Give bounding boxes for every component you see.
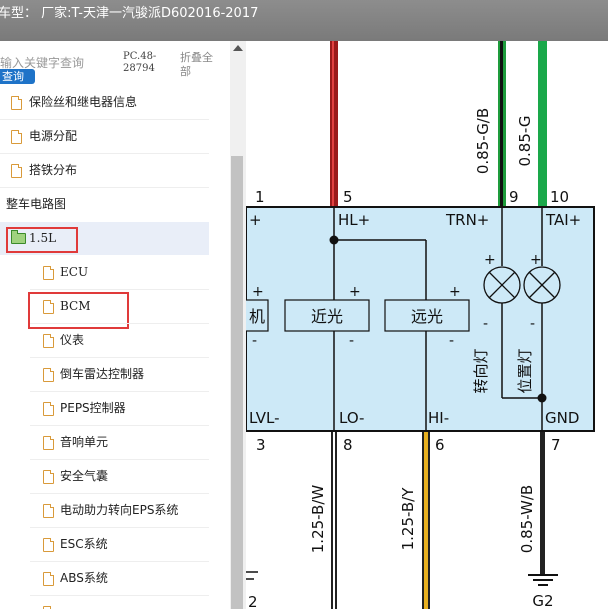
scroll-up-arrow-icon[interactable] <box>233 45 243 51</box>
file-icon <box>43 470 54 484</box>
tree-item-label: 搭铁分布 <box>29 163 78 177</box>
file-icon <box>43 368 54 382</box>
file-icon <box>43 402 54 416</box>
file-icon <box>43 572 54 586</box>
pin-number: 5 <box>343 188 353 206</box>
highlight-box-1-5l <box>6 227 78 253</box>
signal-label: LO- <box>339 409 364 427</box>
wiring-diagram-svg: 0.85-G/B 0.85-G 1 5 9 10 + HL+ TRN+ TAI+… <box>246 41 595 609</box>
wire-label-lo: 1.25-B/W <box>309 485 327 554</box>
file-icon <box>11 130 22 144</box>
turn-lamp-label: 转向灯 <box>472 348 490 393</box>
file-icon <box>43 436 54 450</box>
tree-item-label: ESC系统 <box>60 537 108 551</box>
wiring-diagram: 0.85-G/B 0.85-G 1 5 9 10 + HL+ TRN+ TAI+… <box>246 41 608 609</box>
pin-number: 10 <box>550 188 569 206</box>
tree-item-label: 倒车雷达控制器 <box>60 367 145 381</box>
title-bar: 车型： 厂家:T-天津一汽骏派D602016-2017 <box>0 0 608 41</box>
plus-sign: + <box>484 252 496 268</box>
plus-sign: + <box>530 252 542 268</box>
junction-dot <box>537 393 547 403</box>
tree-scrollbar[interactable] <box>230 41 246 609</box>
wire-lo-stripe <box>333 432 335 609</box>
signal-label: TRN+ <box>445 211 489 229</box>
collapse-all-button[interactable]: 折叠全部 <box>180 51 220 79</box>
file-icon <box>11 96 22 110</box>
tree-item-parking-radar[interactable]: 倒车雷达控制器 <box>0 358 209 391</box>
signal-label: HI- <box>428 409 449 427</box>
plus-sign: + <box>349 284 361 300</box>
wire-tai-green <box>538 41 547 207</box>
pin-number: 1 <box>255 188 265 206</box>
tree-item-eps[interactable]: 电动助力转向EPS系统 <box>0 494 209 527</box>
diagram-code: PC.48-28794 <box>123 51 157 74</box>
minus-sign: - <box>252 333 257 349</box>
tree-item-power-distribution[interactable]: 电源分配 <box>0 120 209 153</box>
tree-item-airbag[interactable]: 安全气囊 <box>0 460 209 493</box>
ground-label: G2 <box>532 592 553 609</box>
signal-label: LVL- <box>249 409 279 427</box>
tree-item-ecu[interactable]: ECU <box>0 256 209 289</box>
plus-sign: + <box>449 284 461 300</box>
tree-item-vehicle-wiring[interactable]: 整车电路图 <box>0 188 209 221</box>
tree-item-label: 音响单元 <box>60 435 109 449</box>
tree-item-esc[interactable]: ESC系统 <box>0 528 209 561</box>
position-lamp-label: 位置灯 <box>516 348 534 393</box>
wire-label-hi: 1.25-B/Y <box>399 487 417 551</box>
tree-item-abs[interactable]: ABS系统 <box>0 562 209 595</box>
minus-sign: - <box>483 316 488 332</box>
wire-hi-yellow <box>424 432 428 609</box>
wire-label-trn: 0.85-G/B <box>474 108 492 174</box>
pin-number: 3 <box>256 436 266 454</box>
wire-hl-red-highlight <box>332 41 334 207</box>
level-component-label: 机 <box>249 307 265 326</box>
scroll-thumb[interactable] <box>231 156 243 609</box>
minus-sign: - <box>449 333 454 349</box>
tree-item-label: 保险丝和继电器信息 <box>29 95 138 109</box>
wire-trn-stripe <box>500 41 503 207</box>
file-icon <box>43 504 54 518</box>
position-lamp-icon <box>523 266 561 304</box>
signal-label: GND <box>545 409 579 427</box>
pin-number: 6 <box>435 436 445 454</box>
file-icon <box>43 334 54 348</box>
file-icon <box>43 538 54 552</box>
tree-item-label: 安全气囊 <box>60 469 109 483</box>
tree-item-label: 整车电路图 <box>6 197 67 211</box>
tree-item-peps[interactable]: PEPS控制器 <box>0 392 209 425</box>
tree-item-audio[interactable]: 音响单元 <box>0 426 209 459</box>
tree-item-label: ECU <box>60 265 89 279</box>
wire-gnd-black <box>540 432 545 575</box>
minus-sign: - <box>349 333 354 349</box>
search-button[interactable]: 查询 <box>0 69 35 84</box>
tree-item-label: ABS系统 <box>60 571 108 585</box>
tree-item-label: PEPS控制器 <box>60 401 126 415</box>
pin-number: 8 <box>343 436 353 454</box>
file-icon <box>43 266 54 280</box>
wire-label-tai: 0.85-G <box>516 116 534 167</box>
tree-item-label: 电源分配 <box>29 129 78 143</box>
tree-item-label: 电动助力转向EPS系统 <box>60 503 179 517</box>
plus-sign: + <box>252 284 264 300</box>
signal-label: HL+ <box>338 211 370 229</box>
wire-label-gnd: 0.85-W/B <box>518 485 536 553</box>
turn-lamp-icon <box>483 266 521 304</box>
tree-item-partial[interactable] <box>0 596 209 609</box>
signal-label: TAI+ <box>545 211 581 229</box>
pin-number: 7 <box>551 436 561 454</box>
high-beam-label: 远光 <box>411 307 443 326</box>
pin-number: 2 <box>248 593 258 609</box>
signal-label: + <box>249 211 262 229</box>
tree-item-instrument[interactable]: 仪表 <box>0 324 209 357</box>
pin-number: 9 <box>509 188 519 206</box>
tree-panel: 输入关键字查询 查询 PC.48-28794 折叠全部 保险丝和继电器信息 电源… <box>0 41 230 609</box>
tree-item-label: 仪表 <box>60 333 85 347</box>
tree-item-fuse-relay[interactable]: 保险丝和继电器信息 <box>0 86 209 119</box>
tree-item-ground-distribution[interactable]: 搭铁分布 <box>0 154 209 187</box>
low-beam-label: 近光 <box>311 307 343 326</box>
file-icon <box>11 164 22 178</box>
window-title: 车型： 厂家:T-天津一汽骏派D602016-2017 <box>0 6 259 21</box>
minus-sign: - <box>530 316 535 332</box>
ground-icon <box>528 574 558 586</box>
